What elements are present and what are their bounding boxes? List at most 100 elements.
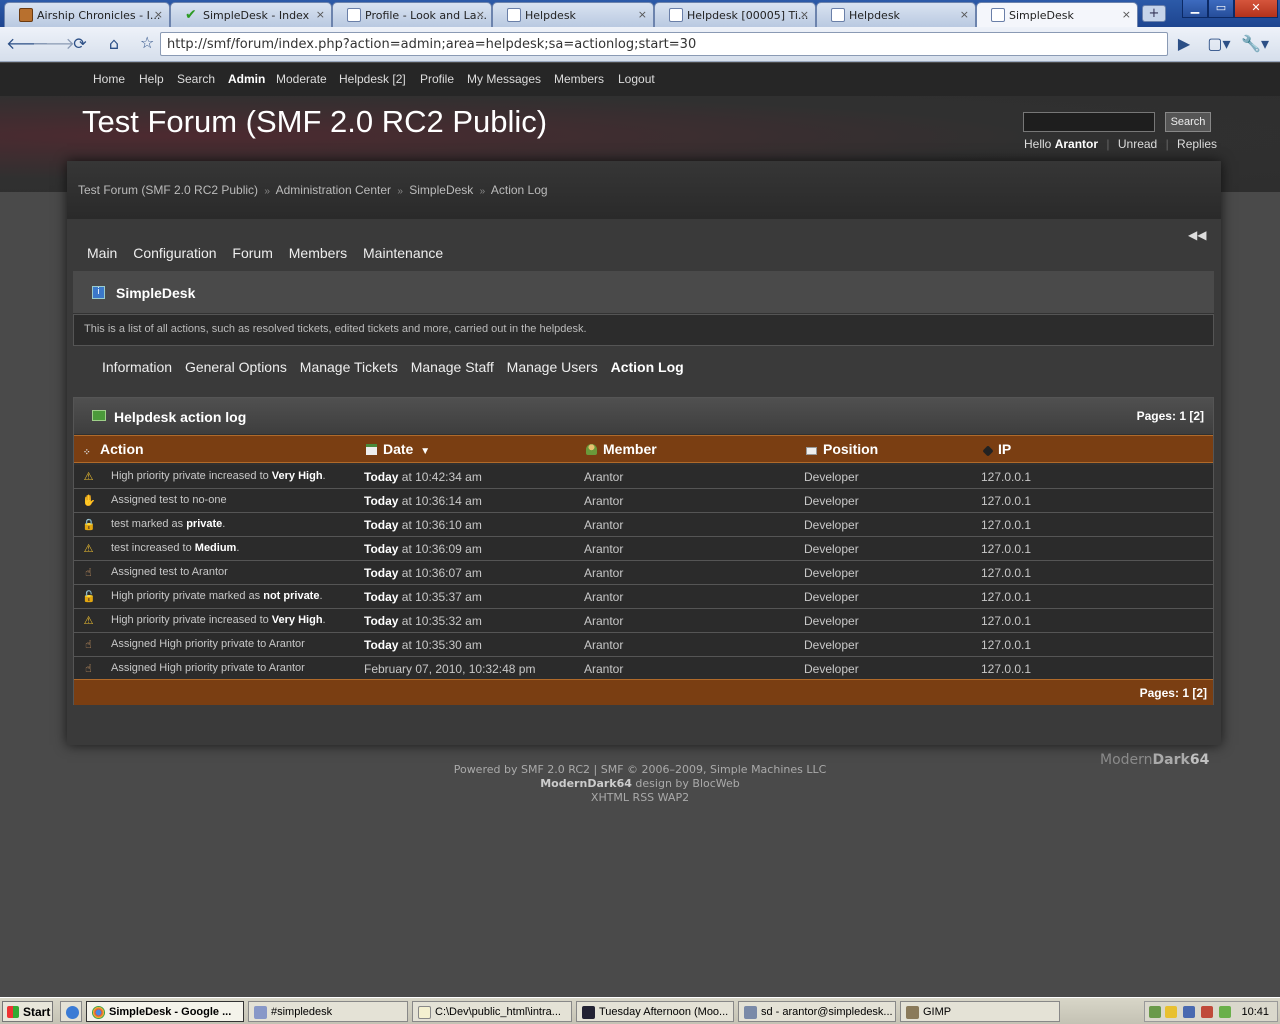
cell-ip[interactable]: 127.0.0.1 bbox=[981, 590, 1031, 604]
browser-tab[interactable]: Helpdesk × bbox=[816, 2, 976, 27]
close-icon[interactable]: × bbox=[316, 8, 325, 21]
close-icon[interactable]: × bbox=[960, 8, 969, 21]
breadcrumb-simpledesk[interactable]: SimpleDesk bbox=[409, 183, 473, 197]
browser-tab-active[interactable]: SimpleDesk × bbox=[976, 2, 1138, 28]
search-input[interactable] bbox=[1023, 112, 1155, 132]
taskbar-task[interactable]: Tuesday Afternoon (Moo... bbox=[576, 1001, 734, 1022]
cell-ip[interactable]: 127.0.0.1 bbox=[981, 542, 1031, 556]
home-icon[interactable]: ⌂ bbox=[102, 33, 126, 55]
clock[interactable]: 10:41 bbox=[1241, 1006, 1269, 1018]
admin-menu-maintenance[interactable]: Maintenance bbox=[363, 245, 443, 261]
browser-tab[interactable]: Profile - Look and La... × bbox=[332, 2, 492, 27]
nav-search[interactable]: Search bbox=[177, 72, 215, 86]
close-icon[interactable]: × bbox=[154, 8, 163, 21]
search-button[interactable]: Search bbox=[1165, 112, 1211, 132]
nav-members[interactable]: Members bbox=[554, 72, 604, 86]
page-menu-icon[interactable]: ▢▾ bbox=[1204, 33, 1234, 55]
collapse-menu-icon[interactable]: ◀◀ bbox=[1188, 228, 1206, 242]
username[interactable]: Arantor bbox=[1055, 137, 1098, 151]
nav-logout[interactable]: Logout bbox=[618, 72, 655, 86]
security-shield-icon[interactable] bbox=[1165, 1006, 1177, 1018]
taskbar-task[interactable]: SimpleDesk - Google ... bbox=[86, 1001, 244, 1022]
column-position[interactable]: Position bbox=[806, 441, 878, 457]
cell-member[interactable]: Arantor bbox=[584, 494, 623, 508]
forward-arrow-icon[interactable]: 🡒 bbox=[32, 33, 75, 55]
nvidia-icon[interactable] bbox=[1219, 1006, 1231, 1018]
close-icon[interactable]: × bbox=[800, 8, 809, 21]
taskbar-task[interactable]: C:\Dev\public_html\intra... bbox=[412, 1001, 572, 1022]
admin-menu-forum[interactable]: Forum bbox=[232, 245, 272, 261]
cell-member[interactable]: Arantor bbox=[584, 614, 623, 628]
reload-icon[interactable]: ⟳ bbox=[68, 33, 92, 55]
breadcrumb-action-log[interactable]: Action Log bbox=[491, 183, 548, 197]
tab-manage-users[interactable]: Manage Users bbox=[507, 359, 598, 375]
footer-links[interactable]: XHTML RSS WAP2 bbox=[0, 791, 1280, 805]
new-tab-button[interactable]: + bbox=[1142, 5, 1166, 22]
browser-tab[interactable]: Helpdesk × bbox=[492, 2, 654, 27]
nav-profile[interactable]: Profile bbox=[420, 72, 454, 86]
page-links[interactable]: 1 [2] bbox=[1182, 686, 1207, 700]
forum-title[interactable]: Test Forum (SMF 2.0 RC2 Public) bbox=[82, 104, 547, 140]
admin-menu-main[interactable]: Main bbox=[87, 245, 117, 261]
nav-helpdesk[interactable]: Helpdesk [2] bbox=[339, 72, 406, 86]
close-icon[interactable]: × bbox=[476, 8, 485, 21]
taskbar-task[interactable]: #simpledesk bbox=[248, 1001, 408, 1022]
admin-menu-members[interactable]: Members bbox=[289, 245, 347, 261]
browser-tab[interactable]: Helpdesk [00005] Ti... × bbox=[654, 2, 816, 27]
cell-ip[interactable]: 127.0.0.1 bbox=[981, 638, 1031, 652]
replies-link[interactable]: Replies bbox=[1177, 137, 1217, 151]
speaker-icon[interactable] bbox=[1183, 1006, 1195, 1018]
cell-ip[interactable]: 127.0.0.1 bbox=[981, 614, 1031, 628]
page-links[interactable]: 1 [2] bbox=[1179, 409, 1204, 423]
close-window-button[interactable]: ✕ bbox=[1234, 0, 1278, 18]
cell-member[interactable]: Arantor bbox=[584, 542, 623, 556]
nav-admin[interactable]: Admin bbox=[228, 72, 265, 86]
column-action[interactable]: ⁘ Action bbox=[83, 441, 144, 458]
nav-home[interactable]: Home bbox=[93, 72, 125, 86]
cell-ip[interactable]: 127.0.0.1 bbox=[981, 518, 1031, 532]
back-arrow-icon[interactable]: 🡐 bbox=[6, 33, 49, 55]
go-arrow-icon[interactable]: ▶ bbox=[1172, 33, 1196, 55]
cell-ip[interactable]: 127.0.0.1 bbox=[981, 566, 1031, 580]
close-icon[interactable]: × bbox=[1122, 8, 1131, 21]
nav-moderate[interactable]: Moderate bbox=[276, 72, 327, 86]
close-icon[interactable]: × bbox=[638, 8, 647, 21]
taskbar-task[interactable]: GIMP bbox=[900, 1001, 1060, 1022]
tab-manage-tickets[interactable]: Manage Tickets bbox=[300, 359, 398, 375]
cell-member[interactable]: Arantor bbox=[584, 470, 623, 484]
column-ip[interactable]: IP bbox=[982, 441, 1011, 457]
quick-launch-ie-icon[interactable] bbox=[60, 1001, 82, 1022]
tab-general-options[interactable]: General Options bbox=[185, 359, 287, 375]
cell-member[interactable]: Arantor bbox=[584, 638, 623, 652]
cell-ip[interactable]: 127.0.0.1 bbox=[981, 494, 1031, 508]
tab-manage-staff[interactable]: Manage Staff bbox=[411, 359, 494, 375]
network-tray-icon[interactable] bbox=[1149, 1006, 1161, 1018]
maximize-button[interactable]: ▭ bbox=[1208, 0, 1234, 18]
browser-tab[interactable]: ✔ SimpleDesk - Index × bbox=[170, 2, 332, 27]
designer[interactable]: design by BlocWeb bbox=[632, 777, 739, 790]
breadcrumb-forum[interactable]: Test Forum (SMF 2.0 RC2 Public) bbox=[78, 183, 258, 197]
tab-information[interactable]: Information bbox=[102, 359, 172, 375]
cell-member[interactable]: Arantor bbox=[584, 590, 623, 604]
browser-tab[interactable]: Airship Chronicles - I... × bbox=[4, 2, 170, 27]
cell-ip[interactable]: 127.0.0.1 bbox=[981, 662, 1031, 676]
theme-name[interactable]: ModernDark64 bbox=[540, 777, 632, 790]
breadcrumb-admin-center[interactable]: Administration Center bbox=[276, 183, 391, 197]
address-bar[interactable]: http://smf/forum/index.php?action=admin;… bbox=[160, 32, 1168, 56]
cell-ip[interactable]: 127.0.0.1 bbox=[981, 470, 1031, 484]
start-button[interactable]: Start bbox=[2, 1001, 53, 1022]
cell-member[interactable]: Arantor bbox=[584, 566, 623, 580]
column-member[interactable]: Member bbox=[586, 441, 657, 457]
nav-help[interactable]: Help bbox=[139, 72, 164, 86]
antivirus-icon[interactable] bbox=[1201, 1006, 1213, 1018]
column-date[interactable]: Date ▼ bbox=[366, 441, 430, 457]
unread-link[interactable]: Unread bbox=[1118, 137, 1157, 151]
minimize-button[interactable]: ▁ bbox=[1182, 0, 1208, 18]
bookmark-star-icon[interactable]: ☆ bbox=[140, 33, 154, 52]
cell-member[interactable]: Arantor bbox=[584, 662, 623, 676]
admin-menu-configuration[interactable]: Configuration bbox=[133, 245, 216, 261]
nav-my-messages[interactable]: My Messages bbox=[467, 72, 541, 86]
tab-action-log[interactable]: Action Log bbox=[611, 359, 684, 375]
wrench-menu-icon[interactable]: 🔧▾ bbox=[1240, 33, 1270, 55]
powered-by[interactable]: Powered by SMF 2.0 RC2 | SMF © 2006–2009… bbox=[0, 763, 1280, 777]
